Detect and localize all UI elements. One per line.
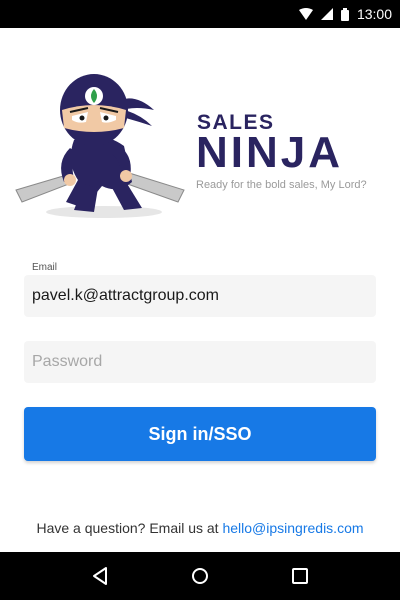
- app-logo: SALES NINJA Ready for the bold sales, My…: [0, 62, 400, 222]
- email-field[interactable]: pavel.k@attractgroup.com: [24, 275, 376, 317]
- help-message: Have a question? Email us at: [36, 520, 223, 536]
- sign-in-label: Sign in/SSO: [148, 423, 252, 444]
- recents-icon[interactable]: [288, 564, 312, 588]
- sign-in-button[interactable]: Sign in/SSO: [24, 407, 376, 461]
- navigation-bar: [0, 552, 400, 600]
- status-time: 13:00: [356, 6, 392, 22]
- brand-line-2: NINJA: [196, 128, 344, 177]
- email-value: pavel.k@attractgroup.com: [32, 287, 219, 304]
- status-bar: 13:00: [0, 0, 400, 28]
- home-icon[interactable]: [188, 564, 212, 588]
- signal-icon: [320, 8, 333, 20]
- password-placeholder: Password: [32, 353, 103, 370]
- support-email-link[interactable]: hello@ipsingredis.com: [222, 520, 363, 536]
- help-text: Have a question? Email us at hello@ipsin…: [0, 520, 400, 536]
- password-field[interactable]: Password: [24, 341, 376, 383]
- back-icon[interactable]: [88, 564, 112, 588]
- brand: SALES NINJA Ready for the bold sales, My…: [196, 112, 396, 191]
- ninja-mascot-icon: [15, 74, 185, 218]
- battery-icon: [340, 7, 349, 21]
- wifi-icon: [298, 8, 313, 20]
- brand-tagline: Ready for the bold sales, My Lord?: [196, 179, 367, 191]
- email-label: Email: [32, 262, 58, 273]
